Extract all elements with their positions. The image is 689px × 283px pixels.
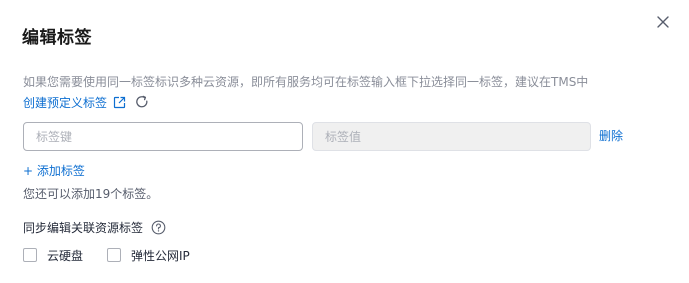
- remaining-tags-text: 您还可以添加19个标签。: [23, 187, 159, 201]
- evs-disk-checkbox[interactable]: [23, 248, 37, 262]
- delete-tag-button[interactable]: 删除: [599, 128, 623, 145]
- eip-option[interactable]: 弹性公网IP: [107, 247, 190, 264]
- sync-related-tags-label: 同步编辑关联资源标签: [23, 220, 144, 235]
- predefined-tag-hint: 如果您需要使用同一标签标识多种云资源，即所有服务均可在标签输入框下拉选择同一标签…: [23, 75, 589, 89]
- predefined-tag-link-row: 创建预定义标签: [23, 93, 149, 111]
- dialog-title: 编辑标签: [22, 28, 92, 48]
- help-icon[interactable]: [151, 220, 166, 235]
- edit-tags-dialog: 编辑标签 如果您需要使用同一标签标识多种云资源，即所有服务均可在标签输入框下拉选…: [0, 0, 689, 283]
- related-resource-options: 云硬盘 弹性公网IP: [23, 246, 214, 264]
- evs-disk-label: 云硬盘: [47, 248, 84, 263]
- evs-disk-option[interactable]: 云硬盘: [23, 247, 83, 264]
- create-predefined-tag-link[interactable]: 创建预定义标签: [23, 94, 107, 111]
- external-link-icon[interactable]: [113, 96, 126, 109]
- eip-checkbox[interactable]: [107, 248, 122, 262]
- tag-value-input[interactable]: 标签值: [312, 122, 591, 151]
- eip-label: 弹性公网IP: [131, 248, 190, 263]
- close-icon[interactable]: [654, 13, 672, 31]
- refresh-icon[interactable]: [135, 95, 149, 109]
- sync-related-tags-row: 同步编辑关联资源标签: [23, 218, 166, 236]
- tag-key-input[interactable]: 标签键: [23, 122, 303, 151]
- add-tag-button[interactable]: + 添加标签: [23, 163, 85, 180]
